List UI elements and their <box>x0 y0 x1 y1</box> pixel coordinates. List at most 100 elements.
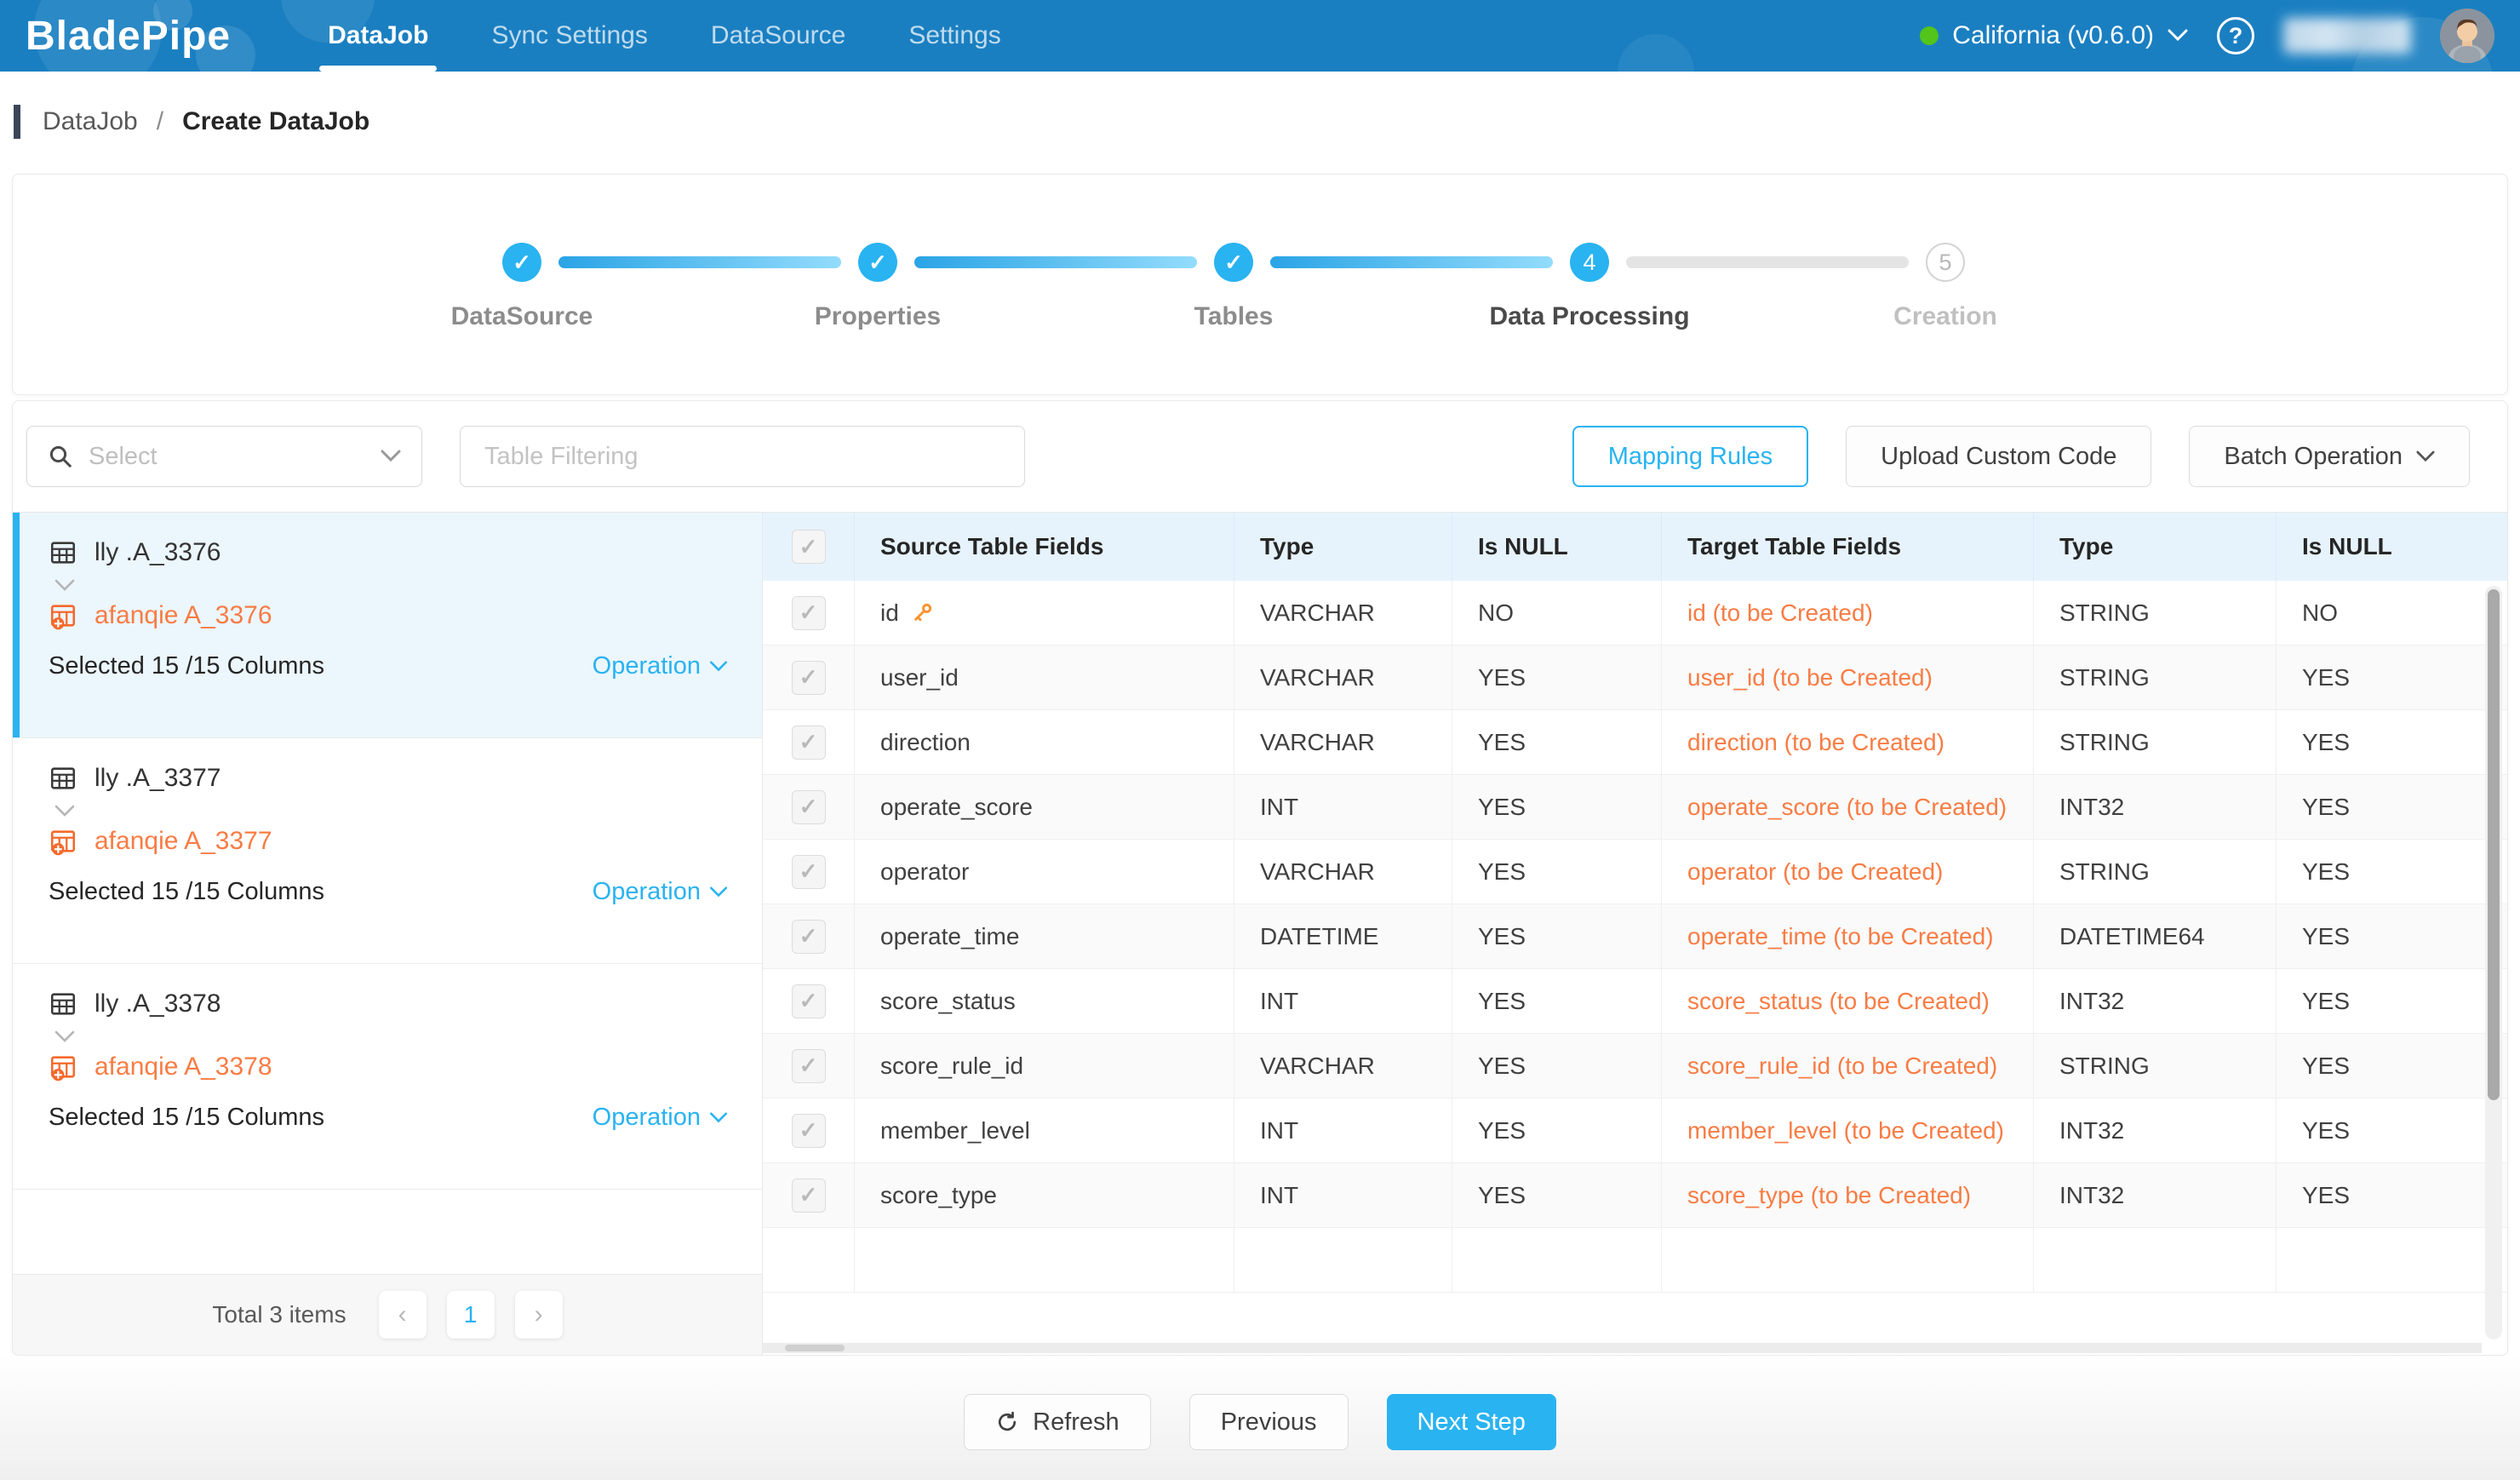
chevron-down-icon[interactable] <box>54 1030 76 1044</box>
row-checkbox[interactable]: ✓ <box>792 726 826 760</box>
row-checkbox[interactable]: ✓ <box>792 855 826 889</box>
nav-item-sync-settings[interactable]: Sync Settings <box>488 0 650 72</box>
header-source-type: Type <box>1234 513 1452 581</box>
select-all-checkbox[interactable]: ✓ <box>792 530 826 564</box>
row-checkbox[interactable]: ✓ <box>792 661 826 695</box>
nav-item-datajob[interactable]: DataJob <box>324 0 432 72</box>
next-step-button[interactable]: Next Step <box>1387 1394 1556 1450</box>
target-field-name[interactable]: direction (to be Created) <box>1662 710 2034 774</box>
row-checkbox[interactable]: ✓ <box>792 596 826 630</box>
source-field-type: VARCHAR <box>1234 581 1452 645</box>
table-pair-item[interactable]: lly .A_3376 afanqie A_3376 Selected 15 /… <box>13 513 762 738</box>
source-field-type: INT <box>1234 1099 1452 1162</box>
source-field-nullable: YES <box>1452 1034 1662 1098</box>
chevron-down-icon[interactable] <box>54 579 76 593</box>
wizard-step: 4 Data Processing <box>1570 243 1609 282</box>
row-checkbox[interactable]: ✓ <box>792 790 826 824</box>
help-icon[interactable]: ? <box>2217 17 2254 54</box>
target-field-name[interactable]: operate_time (to be Created) <box>1662 904 2034 968</box>
step-connector <box>1270 256 1553 268</box>
source-field-nullable: NO <box>1452 581 1662 645</box>
pagination-next-button[interactable]: › <box>515 1291 563 1339</box>
nav-item-label: DataSource <box>711 21 845 50</box>
region-selector[interactable]: California (v0.6.0) <box>1920 21 2188 50</box>
primary-key-icon <box>911 601 934 624</box>
nav-menu: DataJob Sync Settings DataSource Setting… <box>324 0 1005 72</box>
step-label: Creation <box>1775 302 2116 331</box>
source-field-nullable: YES <box>1452 775 1662 839</box>
table-row: ✓ score_status INT YES score_status (to … <box>763 969 2507 1034</box>
target-table-add-icon <box>49 1053 77 1081</box>
source-field-type: VARCHAR <box>1234 1034 1452 1098</box>
table-row: ✓ <box>763 1228 2507 1293</box>
previous-button[interactable]: Previous <box>1189 1394 1349 1450</box>
nav-item-settings[interactable]: Settings <box>905 0 1004 72</box>
row-checkbox[interactable]: ✓ <box>792 920 826 954</box>
batch-operation-button[interactable]: Batch Operation <box>2189 426 2470 487</box>
operation-link[interactable]: Operation <box>593 652 728 680</box>
breadcrumb-separator: / <box>157 107 163 136</box>
stepper-card: ✓ DataSource ✓ Properties ✓ Tables 4 Dat… <box>12 174 2508 395</box>
avatar-illustration <box>2440 9 2494 63</box>
wizard-stepper: ✓ DataSource ✓ Properties ✓ Tables 4 Dat… <box>13 175 2507 394</box>
pagination-page-1[interactable]: 1 <box>447 1291 495 1339</box>
row-checkbox[interactable]: ✓ <box>792 1114 826 1148</box>
source-field-name: operate_time <box>880 919 1019 955</box>
target-field-nullable: YES <box>2277 1099 2507 1162</box>
source-field-name: score_rule_id <box>880 1048 1023 1084</box>
header-source-fields: Source Table Fields <box>855 513 1234 581</box>
header-target-isnull: Is NULL <box>2277 513 2507 581</box>
row-checkbox[interactable]: ✓ <box>792 984 826 1018</box>
row-checkbox[interactable]: ✓ <box>792 1049 826 1083</box>
target-field-name[interactable]: operator (to be Created) <box>1662 840 2034 903</box>
source-field-name: user_id <box>880 660 959 696</box>
table-pair-item[interactable]: lly .A_3378 afanqie A_3378 Selected 15 /… <box>13 964 762 1190</box>
step-label: Data Processing <box>1419 302 1760 331</box>
source-table-icon <box>49 764 77 793</box>
selected-columns-label: Selected 15 /15 Columns <box>49 652 324 680</box>
operation-link[interactable]: Operation <box>593 1104 728 1132</box>
nav-right: California (v0.6.0) ? <box>1920 9 2494 63</box>
target-field-name[interactable]: member_level (to be Created) <box>1662 1099 2034 1162</box>
operation-label: Operation <box>593 652 701 680</box>
source-table-icon <box>49 538 77 567</box>
target-field-name[interactable]: user_id (to be Created) <box>1662 645 2034 709</box>
target-field-name[interactable]: id (to be Created) <box>1662 581 2034 645</box>
target-field-name[interactable]: operate_score (to be Created) <box>1662 775 2034 839</box>
target-field-type: INT32 <box>2034 1099 2277 1162</box>
table-row: ✓ direction VARCHAR YES direction (to be… <box>763 710 2507 775</box>
table-pair-item[interactable]: lly .A_3377 afanqie A_3377 Selected 15 /… <box>13 738 762 964</box>
filter-type-select[interactable]: Select <box>26 426 422 487</box>
target-field-type: INT32 <box>2034 969 2277 1033</box>
horizontal-scrollbar-thumb[interactable] <box>785 1345 845 1351</box>
table-row: ✓ operator VARCHAR YES operator (to be C… <box>763 840 2507 904</box>
field-mapping-table: ✓ Source Table Fields Type Is NULL Targe… <box>763 513 2507 1355</box>
mapping-rules-button[interactable]: Mapping Rules <box>1572 426 1808 487</box>
table-row: ✓ user_id VARCHAR YES user_id (to be Cre… <box>763 645 2507 710</box>
target-field-name[interactable]: score_type (to be Created) <box>1662 1163 2034 1227</box>
header-source-isnull: Is NULL <box>1452 513 1662 581</box>
nav-item-datasource[interactable]: DataSource <box>707 0 849 72</box>
source-field-name: operate_score <box>880 789 1033 825</box>
operation-link[interactable]: Operation <box>593 878 728 906</box>
target-field-name[interactable]: score_rule_id (to be Created) <box>1662 1034 2034 1098</box>
target-field-name[interactable] <box>1662 1228 2034 1292</box>
chevron-down-icon[interactable] <box>54 805 76 818</box>
row-checkbox[interactable]: ✓ <box>792 1179 826 1213</box>
target-field-name[interactable]: score_status (to be Created) <box>1662 969 2034 1033</box>
horizontal-scrollbar <box>763 1343 2482 1353</box>
selected-columns-label: Selected 15 /15 Columns <box>49 1104 324 1132</box>
avatar[interactable] <box>2440 9 2494 63</box>
source-field-nullable: YES <box>1452 1163 1662 1227</box>
target-table-name: afanqie A_3376 <box>94 601 272 630</box>
refresh-button[interactable]: Refresh <box>964 1394 1151 1450</box>
breadcrumb-parent[interactable]: DataJob <box>43 107 138 136</box>
breadcrumb-accent-bar <box>14 105 20 139</box>
vertical-scrollbar-thumb[interactable] <box>2488 589 2500 1100</box>
table-filtering-input[interactable] <box>460 426 1025 487</box>
pagination-prev-button[interactable]: ‹ <box>379 1291 427 1339</box>
chevron-down-icon <box>709 1112 728 1124</box>
header-target-type: Type <box>2034 513 2277 581</box>
upload-custom-code-button[interactable]: Upload Custom Code <box>1846 426 2151 487</box>
source-field-name: score_status <box>880 984 1016 1019</box>
